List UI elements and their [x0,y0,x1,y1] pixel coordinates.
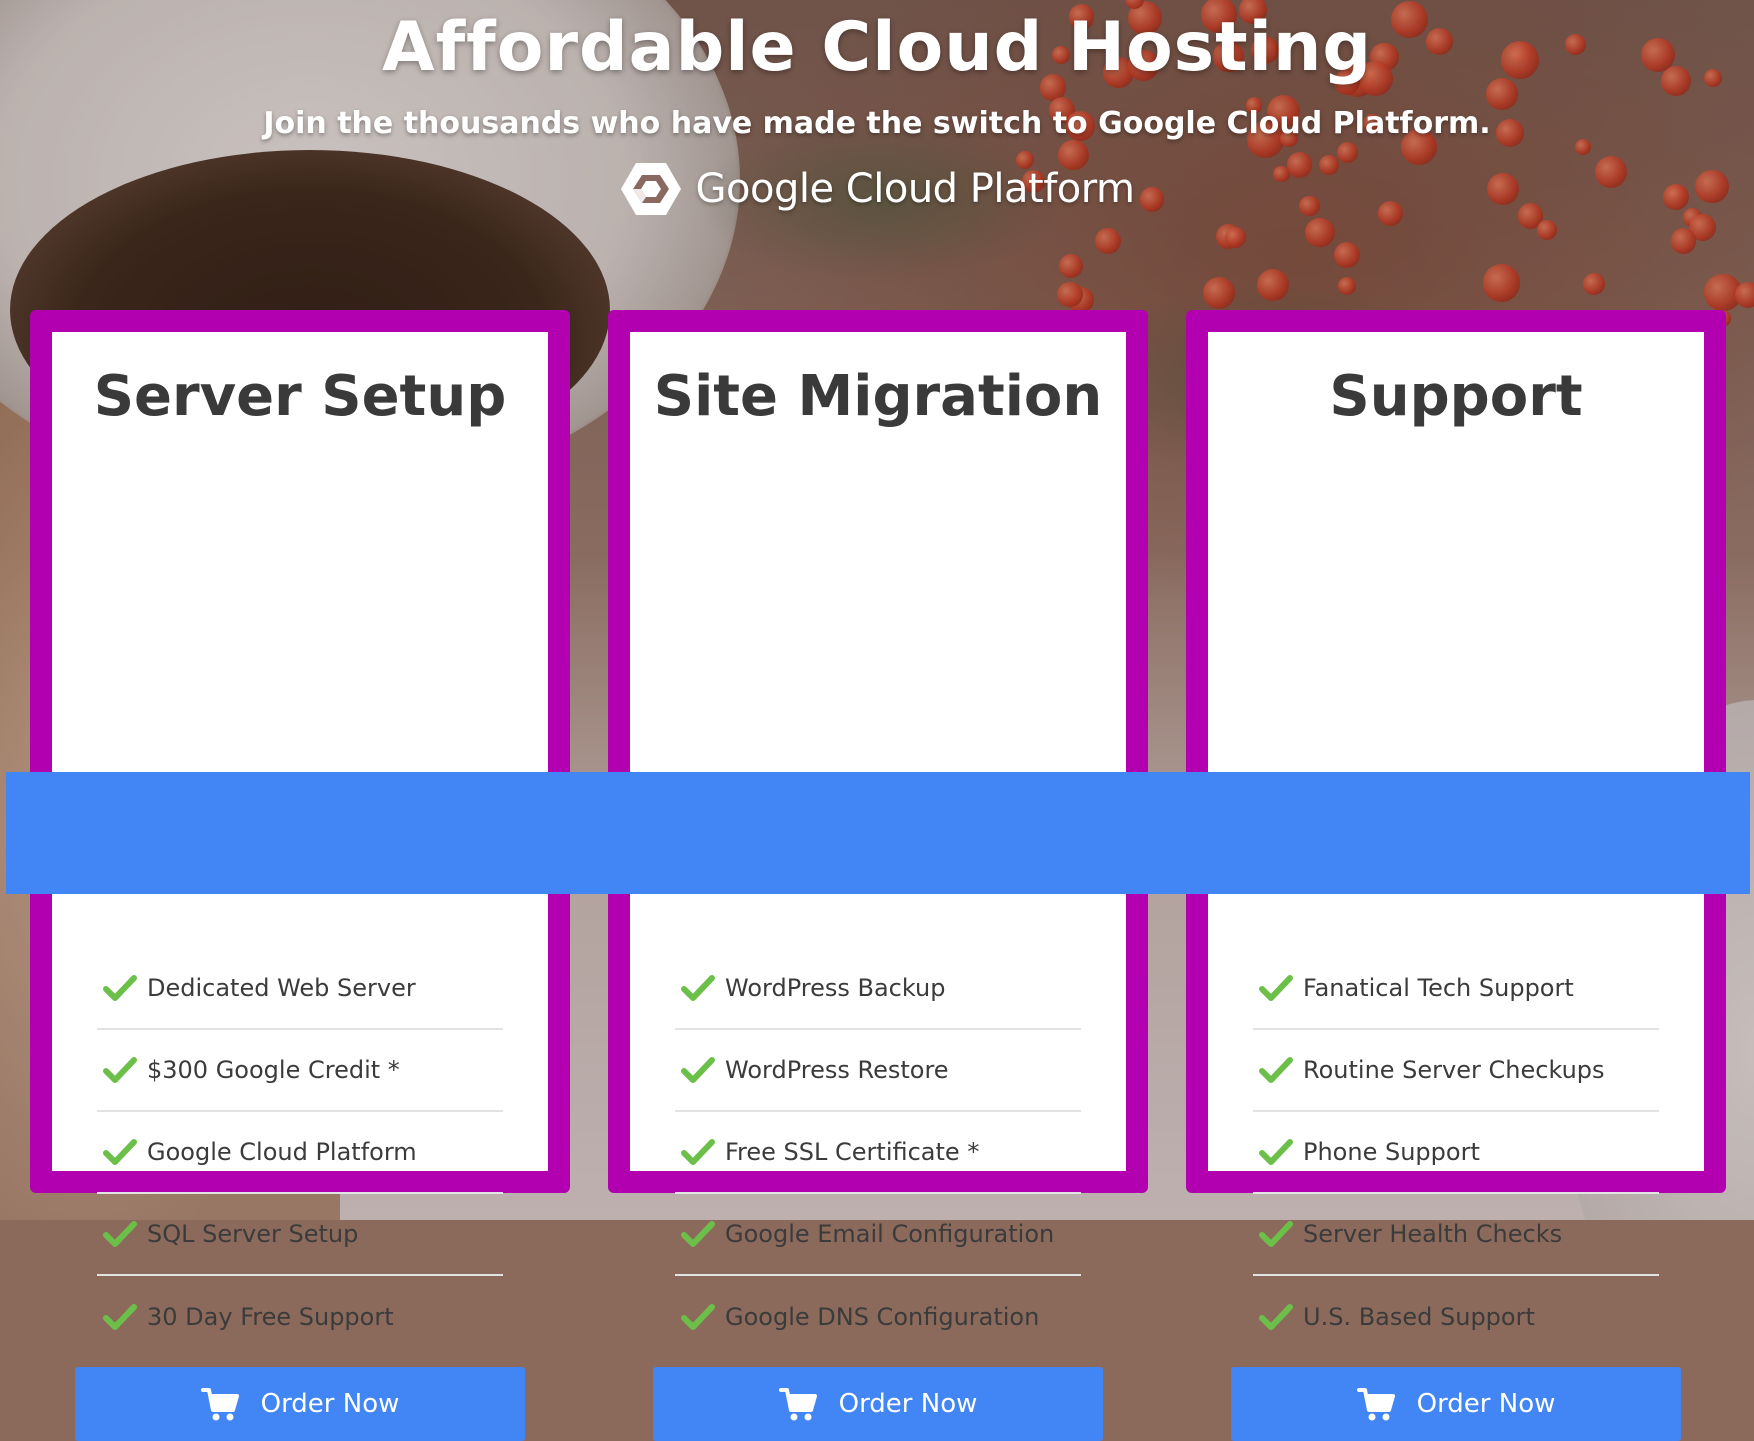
checkmark-icon [103,1221,137,1247]
card-blue-band [6,772,594,894]
feature-list: WordPress Backup WordPress Restore Free … [675,948,1081,1358]
order-now-label: Order Now [260,1389,400,1419]
feature-text: $300 Google Credit * [147,1056,400,1084]
feature-item: Dedicated Web Server [97,948,503,1030]
order-now-button-support[interactable]: Order Now [1231,1367,1681,1441]
shopping-cart-icon [1356,1388,1395,1421]
order-now-label: Order Now [838,1389,978,1419]
checkmark-icon [103,1139,137,1165]
card-title: Site Migration [653,364,1103,429]
feature-item: $300 Google Credit * [97,1030,503,1112]
feature-text: Routine Server Checkups [1303,1056,1605,1084]
card-body: Server Setup Dedicated Web Server $300 G… [52,332,548,1331]
feature-item: Google Email Configuration [675,1194,1081,1276]
card-blue-band [584,772,1172,894]
card-title: Support [1329,364,1583,429]
feature-item: U.S. Based Support [1253,1276,1659,1358]
feature-text: U.S. Based Support [1303,1303,1535,1331]
feature-text: Server Health Checks [1303,1220,1563,1248]
feature-item: Google DNS Configuration [675,1276,1081,1358]
card-blue-band [1162,772,1750,894]
checkmark-icon [681,1057,715,1083]
shopping-cart-icon [778,1388,817,1421]
feature-text: WordPress Restore [725,1056,949,1084]
checkmark-icon [1259,1139,1293,1165]
feature-text: Dedicated Web Server [147,974,416,1002]
feature-item: Google Cloud Platform [97,1112,503,1194]
feature-text: 30 Day Free Support [147,1303,394,1331]
checkmark-icon [681,1139,715,1165]
order-now-button-site-migration[interactable]: Order Now [653,1367,1103,1441]
card-body: Support Fanatical Tech Support Routine S… [1208,332,1704,1331]
checkmark-icon [1259,1221,1293,1247]
feature-text: Google Cloud Platform [147,1138,417,1166]
checkmark-icon [681,1304,715,1330]
feature-item: Free SSL Certificate * [675,1112,1081,1194]
pricing-card-site-migration: Site Migration WordPress Backup WordPres… [584,310,1172,1441]
feature-text: Phone Support [1303,1138,1480,1166]
feature-item: Routine Server Checkups [1253,1030,1659,1112]
pricing-cards: Server Setup Dedicated Web Server $300 G… [0,0,1754,1441]
feature-item: WordPress Backup [675,948,1081,1030]
feature-text: Google DNS Configuration [725,1303,1040,1331]
checkmark-icon [681,975,715,1001]
feature-list: Dedicated Web Server $300 Google Credit … [97,948,503,1358]
shopping-cart-icon [200,1388,239,1421]
feature-text: Fanatical Tech Support [1303,974,1574,1002]
order-now-label: Order Now [1416,1389,1556,1419]
checkmark-icon [1259,1304,1293,1330]
feature-text: SQL Server Setup [147,1220,359,1248]
feature-item: Phone Support [1253,1112,1659,1194]
feature-item: SQL Server Setup [97,1194,503,1276]
checkmark-icon [103,1057,137,1083]
card-body: Site Migration WordPress Backup WordPres… [630,332,1126,1331]
card-title: Server Setup [93,364,507,429]
feature-item: WordPress Restore [675,1030,1081,1112]
checkmark-icon [681,1221,715,1247]
checkmark-icon [103,1304,137,1330]
order-now-button-server-setup[interactable]: Order Now [75,1367,525,1441]
feature-text: WordPress Backup [725,974,946,1002]
feature-text: Google Email Configuration [725,1220,1055,1248]
feature-text: Free SSL Certificate * [725,1138,980,1166]
pricing-card-server-setup: Server Setup Dedicated Web Server $300 G… [6,310,594,1441]
feature-item: Server Health Checks [1253,1194,1659,1276]
pricing-card-support: Support Fanatical Tech Support Routine S… [1162,310,1750,1441]
checkmark-icon [103,975,137,1001]
checkmark-icon [1259,975,1293,1001]
feature-item: Fanatical Tech Support [1253,948,1659,1030]
feature-list: Fanatical Tech Support Routine Server Ch… [1253,948,1659,1358]
feature-item: 30 Day Free Support [97,1276,503,1358]
checkmark-icon [1259,1057,1293,1083]
